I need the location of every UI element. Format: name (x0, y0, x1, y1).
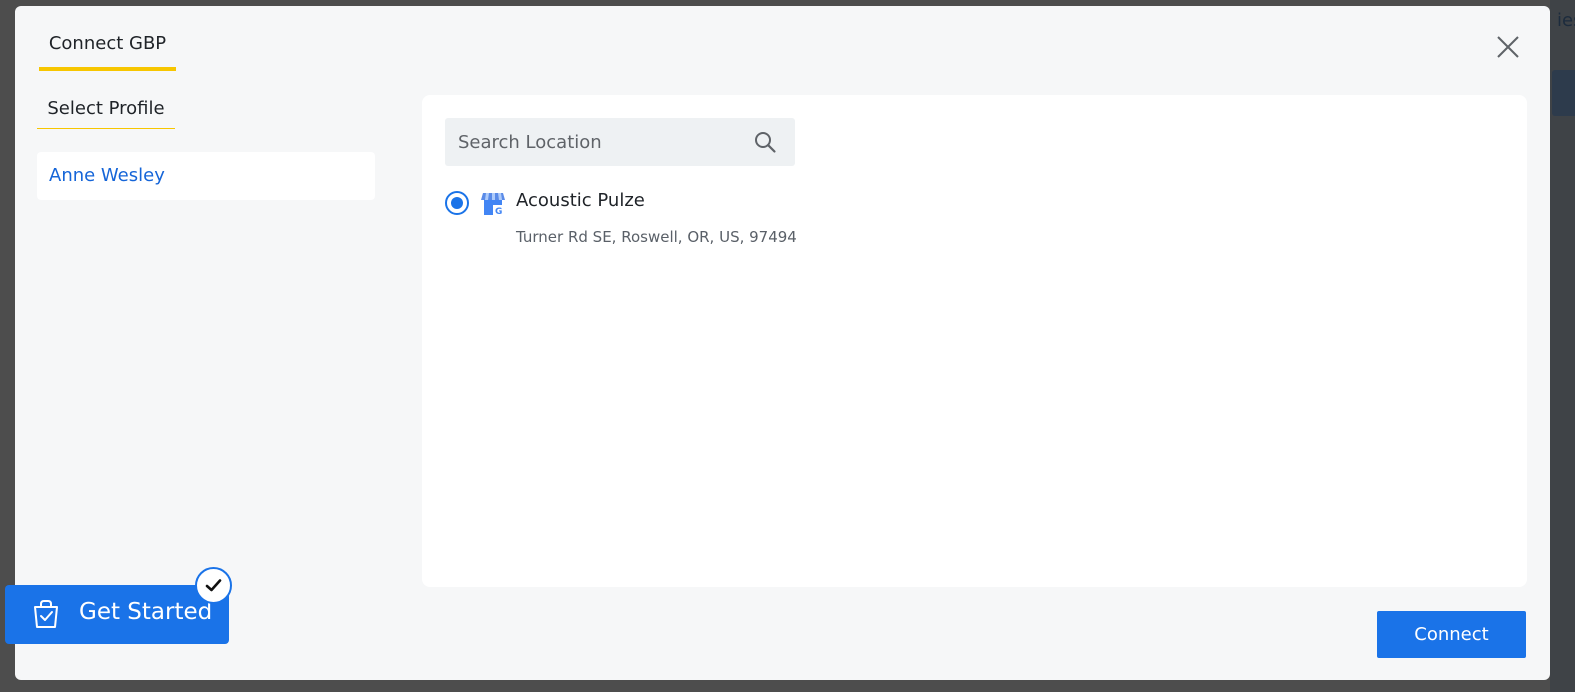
search-location-input[interactable] (445, 118, 745, 166)
background-button (1552, 70, 1575, 116)
close-icon[interactable] (1494, 33, 1522, 61)
connect-button[interactable]: Connect (1377, 611, 1526, 658)
svg-text:G: G (495, 207, 502, 217)
get-started-label: Get Started (79, 599, 213, 625)
location-panel: G Acoustic Pulze Turner Rd SE, Roswell, … (422, 95, 1527, 587)
connect-gbp-modal: Connect GBP Select Profile Anne Wesley S… (15, 6, 1550, 680)
select-profile-heading: Select Profile (37, 95, 175, 129)
google-business-icon: G (480, 191, 506, 217)
location-radio[interactable] (445, 191, 469, 215)
location-name: Acoustic Pulze (516, 190, 645, 211)
checklist-bag-icon (30, 598, 62, 630)
get-started-button[interactable]: Get Started (5, 585, 229, 644)
checkmark-icon (195, 567, 232, 604)
search-box (445, 118, 795, 166)
radio-selected-dot (451, 197, 463, 209)
tab-connect-gbp: Connect GBP (39, 30, 176, 71)
search-icon[interactable] (753, 130, 777, 154)
profile-item-anne-wesley[interactable]: Anne Wesley (37, 152, 375, 200)
background-text: ies (1557, 10, 1575, 31)
location-item[interactable]: G Acoustic Pulze Turner Rd SE, Roswell, … (445, 190, 1145, 261)
location-address: Turner Rd SE, Roswell, OR, US, 97494 (516, 228, 797, 246)
